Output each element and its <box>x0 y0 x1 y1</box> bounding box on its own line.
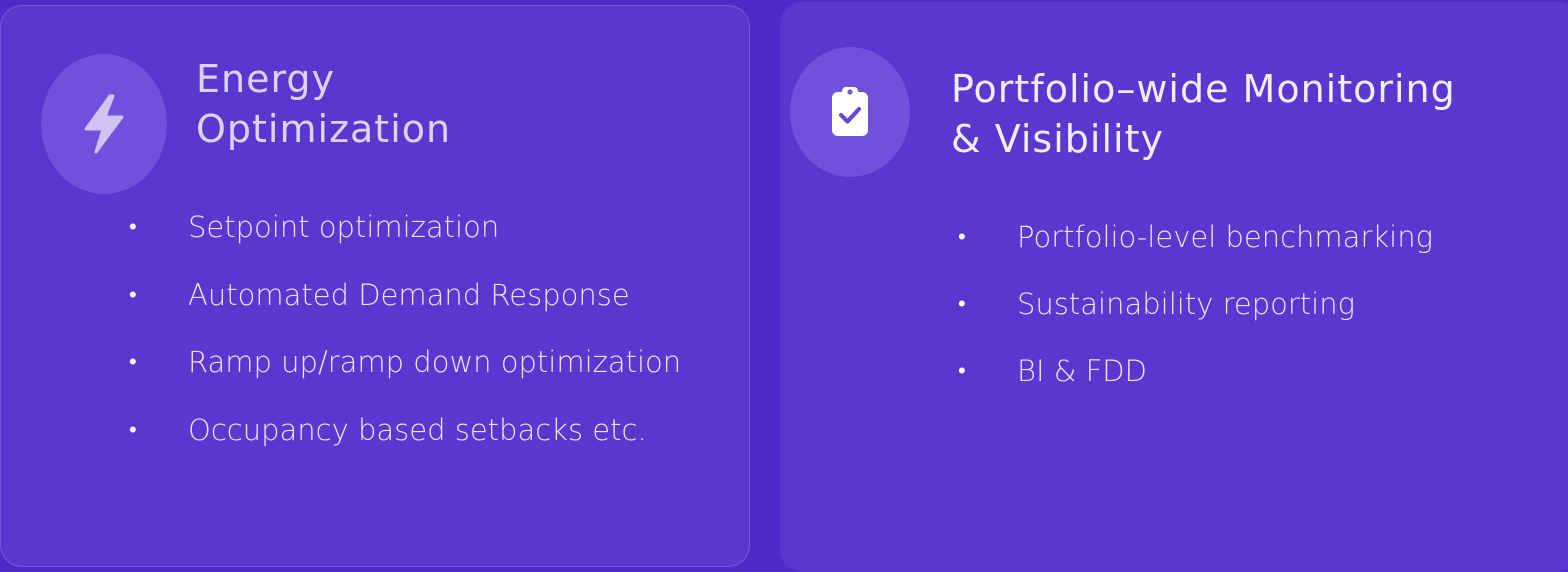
portfolio-monitoring-card: Portfolio–wide Monitoring & Visibility P… <box>780 2 1568 572</box>
list-item: Portfolio-level benchmarking <box>958 204 1558 271</box>
list-item: BI & FDD <box>958 338 1558 405</box>
card-title: Portfolio–wide Monitoring & Visibility <box>951 64 1551 164</box>
list-item: Sustainability reporting <box>958 271 1558 338</box>
title-line-2: Optimization <box>196 107 452 151</box>
clipboard-check-icon <box>790 47 910 177</box>
bullet-list: Setpoint optimization Automated Demand R… <box>129 194 729 464</box>
card-title: Energy Optimization <box>196 54 451 154</box>
title-line-1: Portfolio–wide Monitoring <box>951 67 1456 111</box>
list-item: Occupancy based setbacks etc. <box>129 397 729 465</box>
title-line-1: Energy <box>196 57 336 101</box>
bullet-list: Portfolio-level benchmarking Sustainabil… <box>958 204 1558 405</box>
energy-optimization-card: Energy Optimization Setpoint optimizatio… <box>0 5 750 567</box>
title-line-2: & Visibility <box>951 117 1164 161</box>
list-item: Setpoint optimization <box>129 194 729 262</box>
list-item: Ramp up/ramp down optimization <box>129 329 729 397</box>
lightning-bolt-icon <box>41 54 167 194</box>
list-item: Automated Demand Response <box>129 262 729 330</box>
